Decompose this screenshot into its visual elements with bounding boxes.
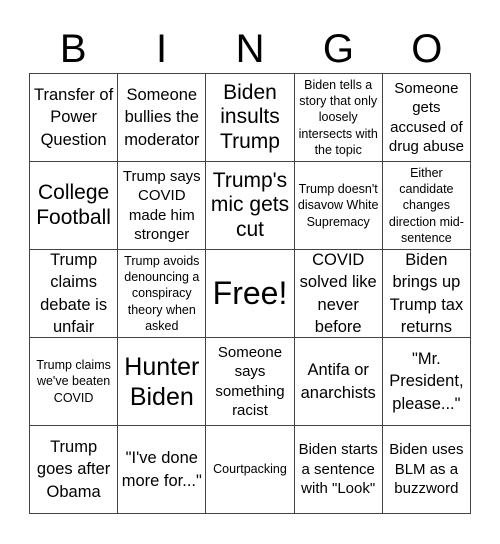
bingo-cell-r3-c2[interactable]: Trump avoids denouncing a conspiracy the… <box>118 250 207 338</box>
header-letter-o: O <box>411 27 443 71</box>
bingo-header: B I N G O <box>29 26 471 72</box>
bingo-cell-r2-c2[interactable]: Trump says COVID made him stronger <box>118 162 207 250</box>
bingo-cell-r4-c5[interactable]: "Mr. President, please..." <box>382 338 471 426</box>
bingo-cell-r2-c3[interactable]: Trump's mic gets cut <box>206 162 295 250</box>
bingo-cell-r1-c5[interactable]: Someone gets accused of drug abuse <box>382 74 471 162</box>
bingo-cell-r3-c4[interactable]: COVID solved like never before <box>294 250 383 338</box>
bingo-cell-r3-c1[interactable]: Trump claims debate is unfair <box>30 250 119 338</box>
bingo-cell-r3-c5[interactable]: Biden brings up Trump tax returns <box>382 250 471 338</box>
bingo-cell-r2-c5[interactable]: Either candidate changes direction mid-s… <box>382 162 471 250</box>
bingo-cell-r5-c2[interactable]: "I've done more for..." <box>118 426 207 514</box>
bingo-cell-r5-c1[interactable]: Trump goes after Obama <box>30 426 119 514</box>
bingo-cell-r4-c3[interactable]: Someone says something racist <box>206 338 295 426</box>
bingo-cell-r4-c1[interactable]: Trump claims we've beaten COVID <box>30 338 119 426</box>
header-letter-g: G <box>322 27 354 71</box>
bingo-cell-r1-c3[interactable]: Biden insults Trump <box>206 74 295 162</box>
bingo-cell-r5-c4[interactable]: Biden starts a sentence with "Look" <box>294 426 383 514</box>
bingo-cell-r1-c2[interactable]: Someone bullies the moderator <box>118 74 207 162</box>
bingo-free-space[interactable]: Free! <box>206 250 295 338</box>
bingo-cell-r1-c4[interactable]: Biden tells a story that only loosely in… <box>294 74 383 162</box>
header-letter-b: B <box>59 27 87 71</box>
bingo-card-grid: Transfer of Power Question Someone bulli… <box>29 73 471 514</box>
bingo-cell-r2-c4[interactable]: Trump doesn't disavow White Supremacy <box>294 162 383 250</box>
bingo-cell-r4-c2[interactable]: Hunter Biden <box>118 338 207 426</box>
bingo-cell-r1-c1[interactable]: Transfer of Power Question <box>30 74 119 162</box>
bingo-cell-r5-c3[interactable]: Courtpacking <box>206 426 295 514</box>
bingo-cell-r5-c5[interactable]: Biden uses BLM as a buzzword <box>382 426 471 514</box>
header-letter-i: I <box>156 27 168 71</box>
bingo-cell-r2-c1[interactable]: College Football <box>30 162 119 250</box>
bingo-cell-r4-c4[interactable]: Antifa or anarchists <box>294 338 383 426</box>
header-letter-n: N <box>235 27 265 71</box>
